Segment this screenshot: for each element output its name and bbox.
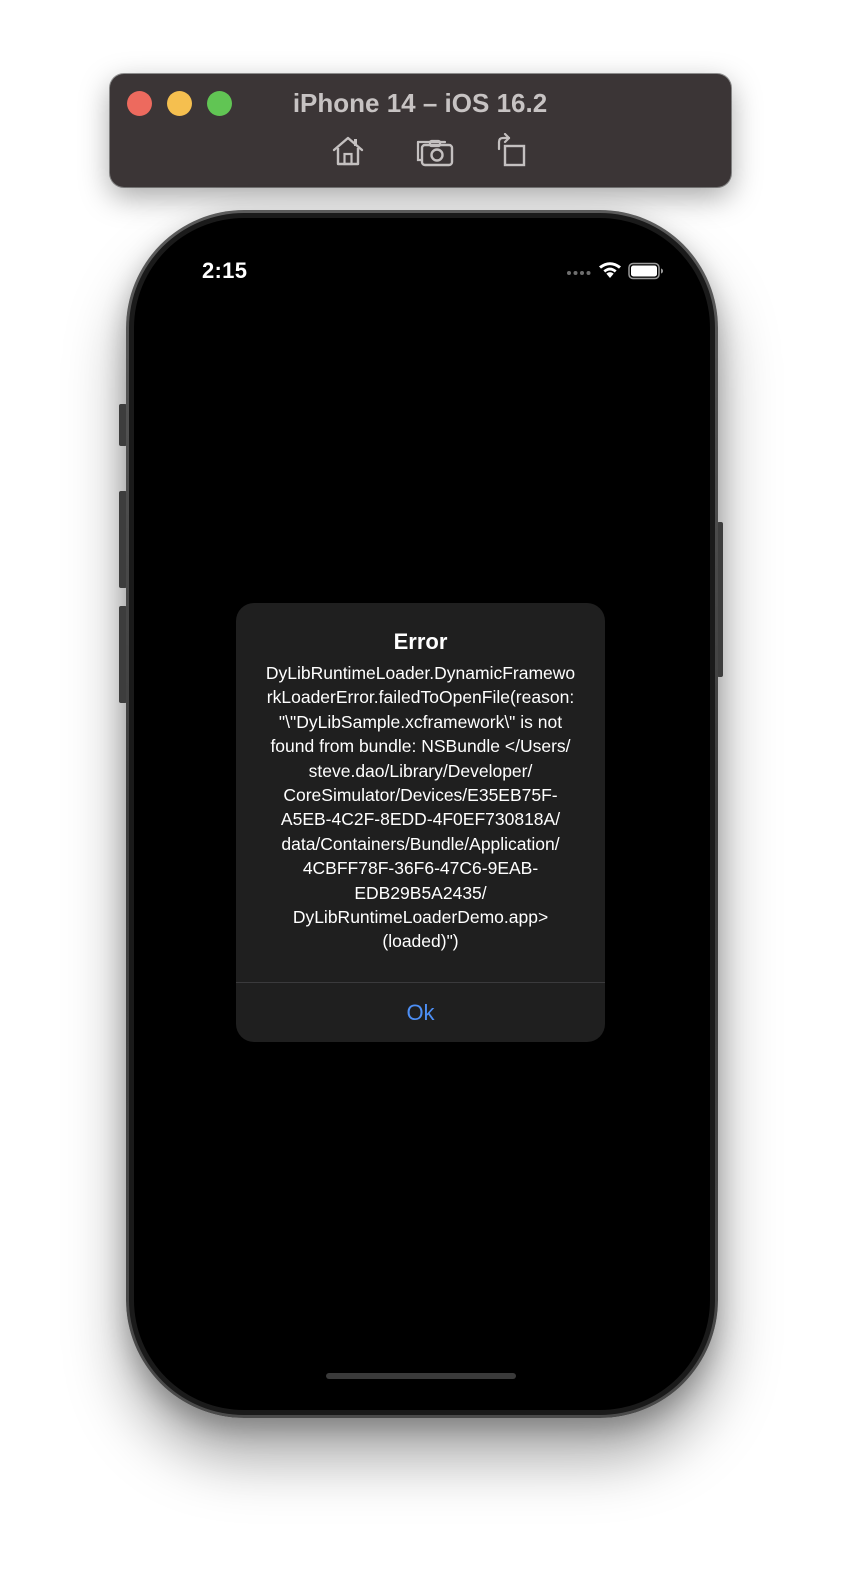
alert-title: Error xyxy=(393,629,448,654)
cellular-dots-icon xyxy=(567,271,591,275)
ok-button[interactable]: Ok xyxy=(236,983,605,1042)
simulator-title: iPhone 14 – iOS 16.2 xyxy=(292,88,548,118)
battery-icon xyxy=(628,262,663,280)
rotate-button[interactable] xyxy=(494,133,534,169)
wifi-icon xyxy=(599,262,621,278)
window-maximize-button[interactable] xyxy=(207,91,232,116)
home-icon xyxy=(332,136,364,166)
error-alert: Error DyLibRuntimeLoader.DynamicFramewo … xyxy=(236,603,605,1042)
home-indicator[interactable] xyxy=(326,1373,516,1379)
screenshot-button[interactable] xyxy=(415,133,455,169)
camera-icon xyxy=(416,139,454,167)
home-button[interactable] xyxy=(328,133,368,169)
window-minimize-button[interactable] xyxy=(167,91,192,116)
status-time: 2:15 xyxy=(202,258,248,283)
device-screen[interactable]: 2:15 Error DyLibRuntimeLoader.DynamicFra… xyxy=(134,218,710,1410)
rotate-icon xyxy=(497,133,526,167)
status-icons xyxy=(566,260,666,282)
window-close-button[interactable] xyxy=(127,91,152,116)
alert-message: DyLibRuntimeLoader.DynamicFramewo rkLoad… xyxy=(265,663,576,952)
simulator-stage: iPhone 14 – iOS 16.2 2:15 Error DyLibRun… xyxy=(0,0,846,1576)
